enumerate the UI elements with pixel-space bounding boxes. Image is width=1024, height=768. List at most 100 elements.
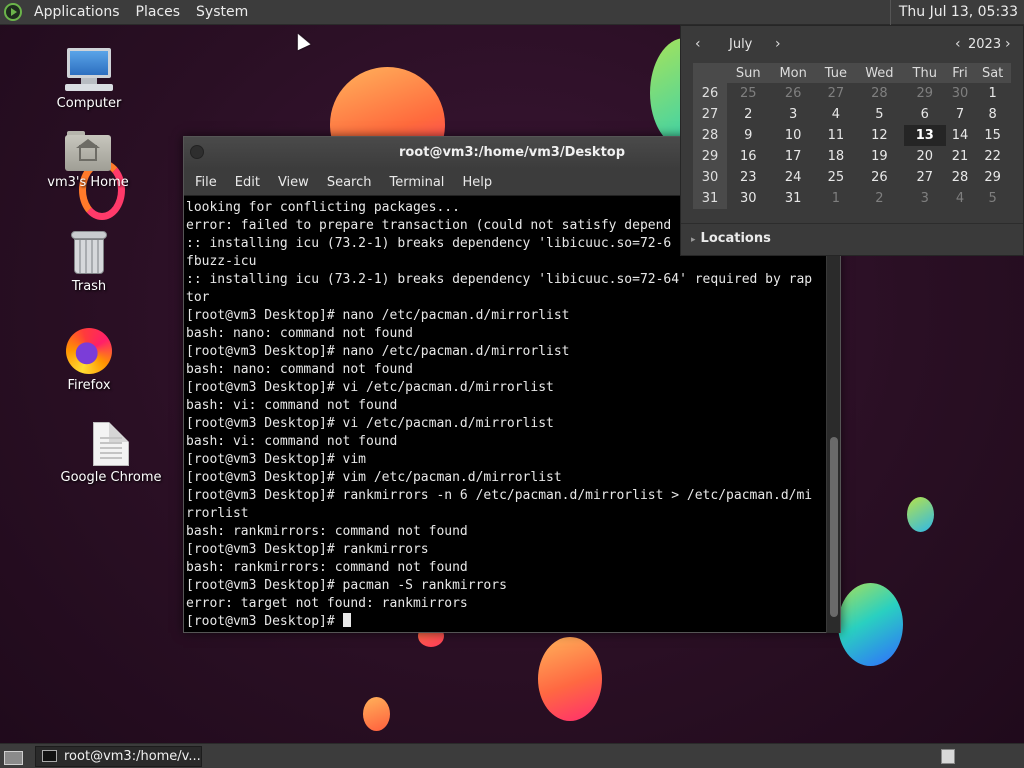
week-number: 27 [693,104,727,125]
terminal-line: [root@vm3 Desktop]# vim /etc/pacman.d/mi… [186,470,562,485]
calendar-day[interactable]: 5 [974,188,1011,209]
desktop-icon-home[interactable]: vm3's Home [33,131,143,190]
calendar-day[interactable]: 30 [946,83,974,104]
panel-clock[interactable]: Thu Jul 13, 05:33 [889,0,1024,25]
calendar-week-row: 31 30 31 1 2 3 4 5 [693,188,1011,209]
calendar-day[interactable]: 27 [904,167,946,188]
terminal-menu-help[interactable]: Help [453,175,501,190]
calendar-day[interactable]: 27 [817,83,855,104]
calendar-day[interactable]: 31 [770,188,817,209]
calendar-day[interactable]: 24 [770,167,817,188]
terminal-menu-edit[interactable]: Edit [226,175,269,190]
calendar-day[interactable]: 25 [817,167,855,188]
terminal-menu-file[interactable]: File [186,175,226,190]
terminal-line: [root@vm3 Desktop]# vi /etc/pacman.d/mir… [186,380,554,395]
calendar-day[interactable]: 7 [946,104,974,125]
calendar-day[interactable]: 29 [974,167,1011,188]
calendar-day[interactable]: 3 [904,188,946,209]
calendar-grid: Sun Mon Tue Wed Thu Fri Sat 26 25 26 27 28 29 30 1 27 2… [693,63,1011,209]
next-year-icon[interactable]: › [1005,36,1011,52]
window-menu-icon[interactable] [190,145,204,159]
calendar-day[interactable]: 26 [855,167,904,188]
document-icon [93,422,129,466]
workspace-switcher[interactable] [941,749,955,764]
terminal-line: [root@vm3 Desktop]# vim [186,452,367,467]
week-number: 26 [693,83,727,104]
prev-year-icon[interactable]: ‹ [955,36,961,52]
calendar-day[interactable]: 4 [946,188,974,209]
desktop-icon-trash[interactable]: Trash [34,231,144,294]
show-desktop-icon[interactable] [3,748,23,765]
terminal-line: [root@vm3 Desktop]# nano /etc/pacman.d/m… [186,308,570,323]
locations-expander[interactable]: ▸ Locations [691,231,771,246]
calendar-week-row: 29 16 17 18 19 20 21 22 [693,146,1011,167]
desktop-icon-computer[interactable]: Computer [34,48,144,111]
calendar-day[interactable]: 28 [946,167,974,188]
calendar-day[interactable]: 9 [727,125,770,146]
desktop-icon-label: Computer [56,96,122,111]
calendar-day[interactable]: 21 [946,146,974,167]
terminal-title: root@vm3:/home/vm3/Desktop [398,145,626,160]
menu-system[interactable]: System [188,0,256,25]
terminal-line: bash: rankmirrors: command not found [186,560,468,575]
desktop-icon-google-chrome[interactable]: Google Chrome [56,422,166,485]
terminal-line: rrorlist [186,506,249,521]
calendar-day[interactable]: 1 [817,188,855,209]
calendar-day[interactable]: 25 [727,83,770,104]
terminal-prompt-line[interactable]: [root@vm3 Desktop]# [186,613,827,631]
calendar-day[interactable]: 28 [855,83,904,104]
calendar-day[interactable]: 10 [770,125,817,146]
scrollbar-thumb[interactable] [830,437,838,617]
weekday-header: Fri [945,63,975,83]
terminal-prompt: [root@vm3 Desktop]# [186,614,343,629]
calendar-day[interactable]: 5 [855,104,904,125]
desktop-icon-label: vm3's Home [47,175,129,190]
terminal-line: [root@vm3 Desktop]# vi /etc/pacman.d/mir… [186,416,554,431]
terminal-line: bash: vi: command not found [186,398,398,413]
terminal-menu-terminal[interactable]: Terminal [380,175,453,190]
calendar-day[interactable]: 16 [727,146,770,167]
calendar-day[interactable]: 12 [855,125,904,146]
computer-icon [65,48,113,92]
calendar-day[interactable]: 11 [817,125,855,146]
menu-places[interactable]: Places [128,0,189,25]
terminal-scrollbar[interactable] [826,197,840,633]
calendar-divider [681,223,1023,224]
distro-logo-icon[interactable] [0,0,26,25]
calendar-day[interactable]: 30 [727,188,770,209]
calendar-day[interactable]: 22 [974,146,1011,167]
calendar-day[interactable]: 17 [770,146,817,167]
calendar-day[interactable]: 23 [727,167,770,188]
calendar-day[interactable]: 3 [770,104,817,125]
calendar-day[interactable]: 29 [904,83,946,104]
calendar-day[interactable]: 2 [855,188,904,209]
prev-month-icon[interactable]: ‹ [695,36,701,52]
calendar-day[interactable]: 19 [855,146,904,167]
terminal-line: tor [186,290,210,305]
terminal-line: [root@vm3 Desktop]# nano /etc/pacman.d/m… [186,344,570,359]
terminal-line: [root@vm3 Desktop]# pacman -S rankmirror… [186,578,507,593]
desktop-icon-firefox[interactable]: Firefox [34,328,144,393]
expander-arrow-icon: ▸ [691,235,696,245]
calendar-day[interactable]: 15 [974,125,1011,146]
terminal-output[interactable]: looking for conflicting packages... error… [184,197,827,633]
calendar-day[interactable]: 14 [946,125,974,146]
calendar-day[interactable]: 26 [770,83,817,104]
calendar-day[interactable]: 20 [904,146,946,167]
calendar-week-row: 27 2 3 4 5 6 7 8 [693,104,1011,125]
taskbar-label: root@vm3:/home/v... [64,749,201,764]
calendar-day[interactable]: 13 [903,125,946,146]
terminal-menu-view[interactable]: View [269,175,318,190]
calendar-day[interactable]: 2 [727,104,770,125]
calendar-day[interactable]: 6 [904,104,946,125]
taskbar-button-terminal[interactable]: root@vm3:/home/v... [35,746,202,767]
terminal-menu-search[interactable]: Search [318,175,381,190]
calendar-day[interactable]: 8 [974,104,1011,125]
menu-applications[interactable]: Applications [26,0,128,25]
calendar-day[interactable]: 18 [817,146,855,167]
calendar-day[interactable]: 1 [974,83,1011,104]
terminal-line: [root@vm3 Desktop]# rankmirrors [186,542,429,557]
next-month-icon[interactable]: › [775,36,781,52]
calendar-day[interactable]: 4 [817,104,855,125]
week-number: 28 [693,125,727,146]
